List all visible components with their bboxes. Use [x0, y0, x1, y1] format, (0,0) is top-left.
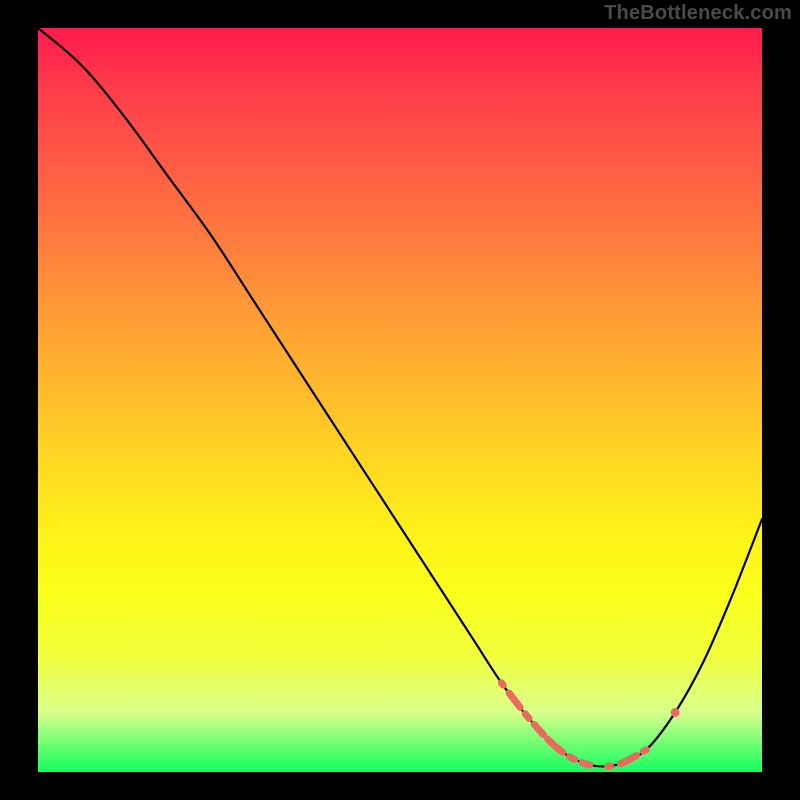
chart-frame: TheBottleneck.com — [0, 0, 800, 800]
watermark-text: TheBottleneck.com — [604, 2, 792, 25]
plot-area — [38, 28, 762, 772]
highlight-dot — [671, 708, 680, 717]
optimal-range-highlight — [501, 683, 646, 767]
curve-svg — [38, 28, 762, 772]
bottleneck-curve — [38, 28, 762, 766]
